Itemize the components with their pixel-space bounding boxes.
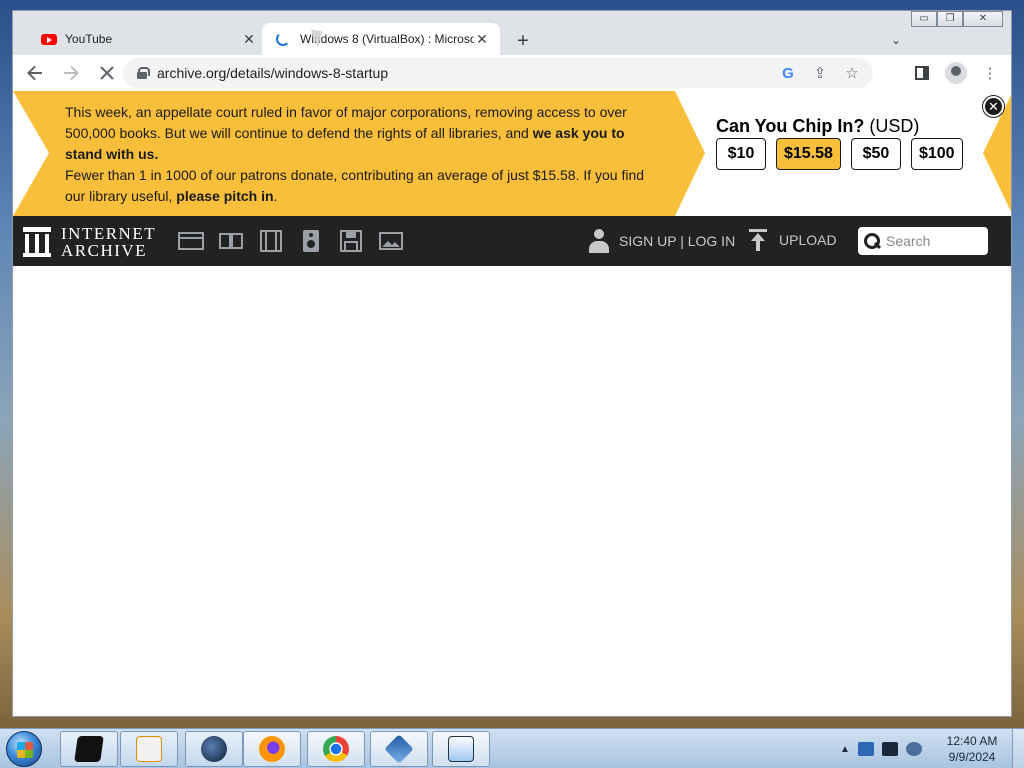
tab-youtube[interactable]: YouTube ✕ xyxy=(21,23,267,55)
back-button[interactable] xyxy=(21,59,49,87)
tray-volume-icon[interactable] xyxy=(905,742,922,756)
chip-in-title: Can You Chip In? (USD) xyxy=(716,116,919,137)
forward-button[interactable] xyxy=(57,59,85,87)
donation-banner: This week, an appellate court ruled in f… xyxy=(13,91,1011,216)
taskbar-app-globe[interactable] xyxy=(185,731,243,767)
address-bar[interactable]: archive.org/details/windows-8-startup G … xyxy=(123,58,873,88)
stop-button[interactable] xyxy=(93,59,121,87)
page-viewport: This week, an appellate court ruled in f… xyxy=(13,91,1011,716)
clock-date: 9/9/2024 xyxy=(948,750,996,764)
logo-line2: ARCHIVE xyxy=(61,241,148,260)
search-input[interactable] xyxy=(886,233,982,249)
chrome-icon xyxy=(323,736,349,762)
loading-spinner-icon xyxy=(276,32,290,46)
media-type-icons xyxy=(178,229,404,253)
pitch-in-link[interactable]: please pitch in xyxy=(176,188,273,204)
taskbar-app-media-player[interactable] xyxy=(120,731,178,767)
site-search xyxy=(858,227,988,255)
texts-icon[interactable] xyxy=(218,229,244,253)
lock-icon[interactable] xyxy=(137,67,150,79)
media-player-icon xyxy=(136,736,162,762)
tab-search-button[interactable]: ⌄ xyxy=(891,33,901,47)
start-button[interactable] xyxy=(6,731,42,767)
search-icon[interactable] xyxy=(864,233,880,249)
banner-line2: Fewer than 1 in 1000 of our patrons dona… xyxy=(65,167,645,204)
google-icon[interactable]: G xyxy=(779,65,797,82)
amount-button-15-58[interactable]: $15.58 xyxy=(776,138,841,170)
web-icon[interactable] xyxy=(178,229,204,253)
internet-archive-logo[interactable]: INTERNET ARCHIVE xyxy=(23,225,156,259)
tab-archive[interactable]: Windows 8 (VirtualBox) : Microso ✕ xyxy=(262,23,500,55)
omnibox-icons: G ⇪ ☆ xyxy=(779,58,861,88)
user-icon xyxy=(589,229,609,253)
tray-network-icon[interactable] xyxy=(857,742,874,756)
forward-arrow-icon xyxy=(64,65,79,81)
sign-up-login-link[interactable]: SIGN UP | LOG IN xyxy=(589,229,735,253)
upload-link[interactable]: UPLOAD xyxy=(749,229,837,251)
amount-options: $10 $15.58 $50 $100 xyxy=(716,138,963,170)
menu-kebab-icon[interactable]: ⋮ xyxy=(979,62,1001,84)
upload-label[interactable]: UPLOAD xyxy=(779,232,837,248)
audio-icon[interactable] xyxy=(298,229,324,253)
logo-line1: INTERNET xyxy=(61,224,157,243)
taskbar-app-firefox[interactable] xyxy=(243,731,301,767)
taskbar-app-virtualbox[interactable] xyxy=(370,731,428,767)
amount-button-50[interactable]: $50 xyxy=(850,138,901,170)
currency-label: (USD) xyxy=(869,116,920,136)
banner-close-icon[interactable]: ✕ xyxy=(983,96,1004,117)
youtube-icon xyxy=(41,33,57,45)
back-arrow-icon xyxy=(27,65,42,81)
logo-text: INTERNET ARCHIVE xyxy=(61,225,156,259)
amount-button-10[interactable]: $10 xyxy=(716,138,766,170)
win7-app-icon xyxy=(448,736,474,762)
tray-display-icon[interactable] xyxy=(881,742,898,756)
share-icon[interactable]: ⇪ xyxy=(811,64,829,82)
browser-toolbar: archive.org/details/windows-8-startup G … xyxy=(13,55,1011,91)
desktop-app-icon xyxy=(74,736,104,762)
bookmark-star-icon[interactable]: ☆ xyxy=(843,64,861,82)
taskbar-clock[interactable]: 12:40 AM 9/9/2024 xyxy=(934,733,1010,765)
toolbar-right: ⋮ xyxy=(911,55,1001,91)
side-panel-icon[interactable] xyxy=(911,62,933,84)
profile-avatar[interactable] xyxy=(945,62,967,84)
tab-close-icon[interactable]: ✕ xyxy=(241,31,257,48)
video-icon[interactable] xyxy=(258,229,284,253)
app-globe-icon xyxy=(201,736,227,762)
taskbar-app-win7[interactable] xyxy=(432,731,490,767)
upload-icon xyxy=(749,229,767,251)
images-icon[interactable] xyxy=(378,229,404,253)
tab-title: YouTube xyxy=(65,32,113,46)
sign-up-login-label[interactable]: SIGN UP | LOG IN xyxy=(619,233,735,249)
clock-time: 12:40 AM xyxy=(946,734,998,748)
archive-building-icon xyxy=(23,227,51,257)
banner-message: This week, an appellate court ruled in f… xyxy=(65,102,665,207)
chip-in-heading: Can You Chip In? xyxy=(716,116,865,136)
tray-expand-icon[interactable]: ▲ xyxy=(840,744,850,755)
amount-button-100[interactable]: $100 xyxy=(910,138,963,170)
system-tray: ▲ xyxy=(840,729,922,768)
browser-window: ▭ ❐ ✕ YouTube ✕ Windows 8 (VirtualBox) :… xyxy=(12,10,1012,717)
tab-close-icon[interactable]: ✕ xyxy=(474,31,490,48)
new-tab-button[interactable]: + xyxy=(513,31,533,51)
url-text[interactable]: archive.org/details/windows-8-startup xyxy=(157,65,388,81)
virtualbox-icon xyxy=(384,734,414,764)
tab-strip: YouTube ✕ Windows 8 (VirtualBox) : Micro… xyxy=(13,19,1011,55)
stop-icon xyxy=(100,66,114,80)
taskbar-app-chrome[interactable] xyxy=(307,731,365,767)
internet-archive-nav: INTERNET ARCHIVE SIGN UP | LOG IN UPLOAD… xyxy=(13,216,1011,266)
software-icon[interactable] xyxy=(338,229,364,253)
show-desktop-button[interactable] xyxy=(1012,729,1024,768)
banner-line2-end: . xyxy=(273,188,278,204)
banner-left-chevron xyxy=(13,91,49,216)
taskbar-app-desktop[interactable] xyxy=(60,731,118,767)
taskbar: ▲ 12:40 AM 9/9/2024 xyxy=(0,728,1024,768)
firefox-icon xyxy=(259,736,285,762)
